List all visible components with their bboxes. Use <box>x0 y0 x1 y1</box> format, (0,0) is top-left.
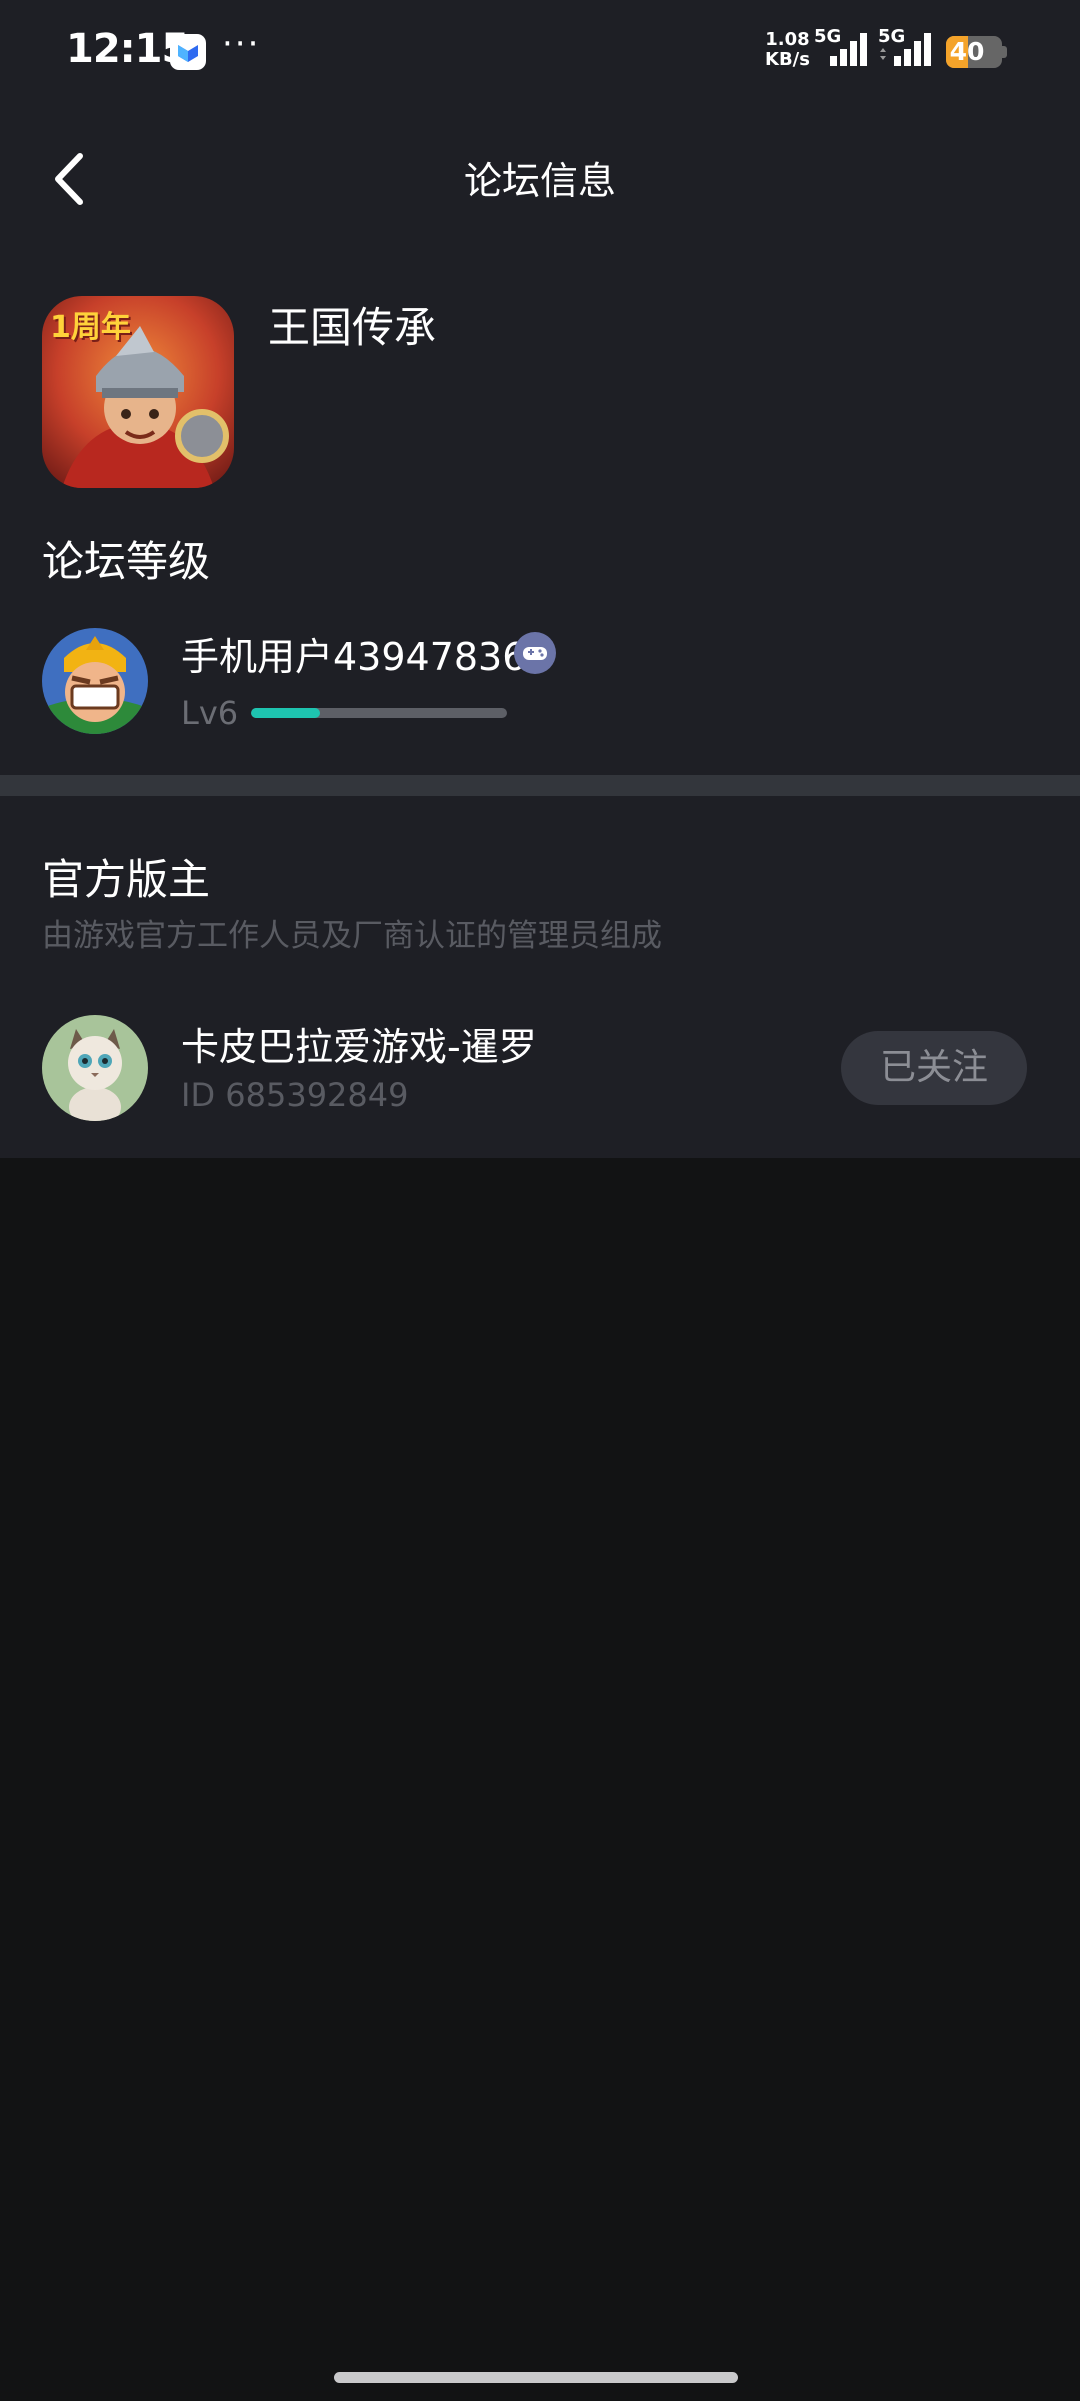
sim2-signal-icon <box>880 33 931 66</box>
battery-icon: 40 <box>946 36 1002 68</box>
home-indicator[interactable] <box>334 2372 738 2383</box>
follow-button[interactable]: 已关注 <box>841 1031 1027 1105</box>
moderator-name: 卡皮巴拉爱游戏-暹罗 <box>181 1025 537 1069</box>
battery-cap <box>1002 46 1007 58</box>
page-title: 论坛信息 <box>463 159 616 203</box>
username: 手机用户43947836 <box>181 635 527 679</box>
moderators-subtitle: 由游戏官方工作人员及厂商认证的管理员组成 <box>42 918 662 954</box>
network-speed: 1.08 KB/s <box>765 30 810 70</box>
user-level: Lv6 <box>181 694 239 732</box>
battery-percent: 40 <box>949 37 985 66</box>
moderator-id: ID 685392849 <box>181 1076 409 1114</box>
moderators-title: 官方版主 <box>42 855 211 904</box>
network-speed-value: 1.08 <box>765 29 810 50</box>
game-icon[interactable]: 1周年 <box>42 296 234 488</box>
user-avatar[interactable] <box>42 628 148 734</box>
gamepad-icon <box>514 632 556 674</box>
game-icon-badge: 1周年 <box>50 310 131 345</box>
level-progress-bar <box>251 708 507 718</box>
section-divider <box>0 775 1080 796</box>
network-speed-unit: KB/s <box>765 49 810 70</box>
forum-level-title: 论坛等级 <box>42 537 211 586</box>
game-name: 王国传承 <box>268 303 437 352</box>
moderator-avatar[interactable] <box>42 1015 148 1121</box>
sim1-signal-icon <box>830 33 867 66</box>
app-notification-icon <box>170 34 206 70</box>
level-progress-fill <box>251 708 321 718</box>
more-notifications-icon: ··· <box>222 24 261 64</box>
